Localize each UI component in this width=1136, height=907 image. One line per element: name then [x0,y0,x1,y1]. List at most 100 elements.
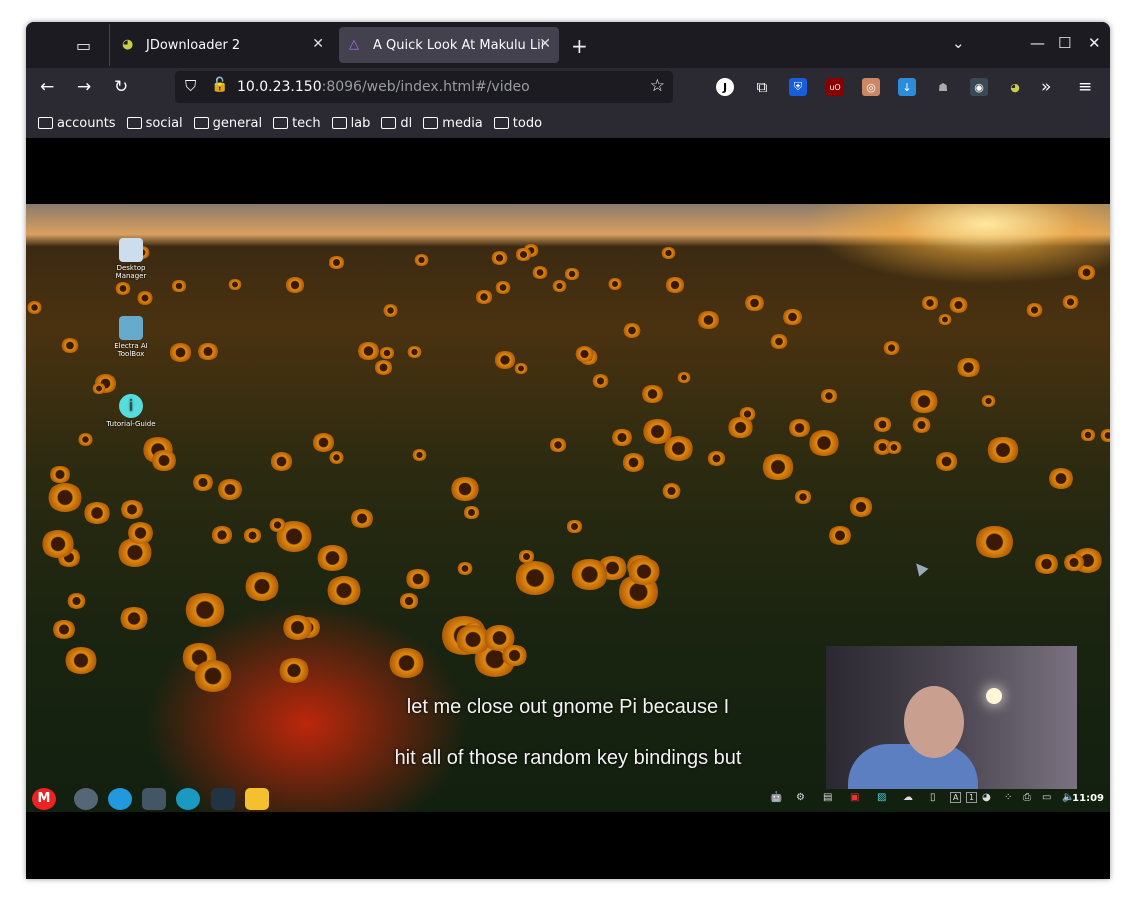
files-folder-icon[interactable] [245,788,269,810]
close-tab-icon[interactable]: ✕ [312,36,324,52]
sunflower [329,451,345,464]
sunflower [743,294,765,312]
sunflower [119,606,149,631]
tab-jdownloader[interactable]: ◕ JDownloader 2 ✕ [112,27,332,63]
new-tab-icon[interactable]: + [571,34,588,58]
ublock-origin-icon[interactable]: uO [826,78,844,96]
insecure-lock-icon[interactable]: 🔓 [211,77,228,93]
sunflower [168,343,192,362]
url-bar[interactable]: ⛉ 🔓 10.0.23.150:8096/web/index.html#/vid… [175,71,673,103]
account-j-icon[interactable]: J [716,78,734,96]
divider [109,24,110,66]
chatgpt-icon[interactable]: ⚙ [796,792,805,803]
bookmark-folder[interactable]: lab [331,115,371,131]
tab-label: A Quick Look At Makulu Linux [373,37,543,53]
sunflower [379,347,395,360]
sunflower [40,530,75,558]
apps-grid-icon[interactable] [142,788,166,810]
update-icon[interactable] [108,788,132,810]
desktop-icon-electra-ai[interactable]: Electra AI ToolBox [106,316,156,358]
sunflower [608,278,623,290]
steam-icon[interactable]: ◕ [982,792,991,803]
file-download-icon[interactable]: ↓ [898,78,916,96]
sunflower [373,359,393,375]
printer-icon[interactable]: ⎙ [1023,792,1031,803]
sunflower [136,291,153,305]
makulu-menu-icon[interactable]: M [32,788,56,810]
tampermonkey-icon[interactable]: ◎ [862,78,880,96]
sunflower [885,441,903,455]
desktop-icon-label: Electra AI ToolBox [114,342,148,358]
incognito-icon[interactable]: ☗ [934,78,952,96]
video-player[interactable]: Desktop Manager Electra AI ToolBox i Tuto… [26,204,1110,812]
back-icon[interactable]: ← [40,77,54,97]
terminal-icon[interactable] [211,788,235,810]
sunflower [325,575,363,606]
extensions-puzzle-icon[interactable]: ⧉ [753,78,771,96]
bookmark-label: lab [350,115,371,131]
sunflower [49,465,71,483]
bitwarden-icon[interactable]: ⛨ [789,78,807,96]
workspace-indicator[interactable]: 1 [966,792,978,803]
bookmark-folder[interactable]: social [126,116,183,131]
sunflower [570,559,609,590]
bookmark-star-icon[interactable]: ☆ [650,76,665,96]
bookmark-label: accounts [57,115,116,131]
desktop-icon-tutorial-guide[interactable]: i Tutorial-Guide [106,394,156,428]
settings-gear-icon[interactable] [74,788,98,810]
bookmark-label: media [442,115,483,131]
tab-label: JDownloader 2 [146,37,241,53]
sunflower [413,254,429,267]
overflow-chevrons-icon[interactable]: » [1041,77,1051,97]
network-icon[interactable]: ▭ [1042,792,1051,803]
sunflower [514,363,529,375]
bookmark-folder[interactable]: accounts [38,116,116,131]
shield-icon[interactable]: ⛉ [185,77,196,95]
sunflower [281,615,313,640]
weather-icon[interactable]: ☁ [903,792,913,803]
robot-icon[interactable]: 🤖 [770,792,782,803]
bookmark-folder[interactable]: todo [493,116,542,131]
tab-bar: ▭ ◕ JDownloader 2 ✕ △ A Quick Look At Ma… [26,22,1110,68]
privacy-badger-icon[interactable]: ◉ [970,78,988,96]
clapper-icon[interactable]: ▣ [850,792,859,803]
keyboard-indicator[interactable]: A [950,792,962,803]
clipboard-icon[interactable]: ▯ [930,792,936,803]
dots-icon[interactable]: ⁘ [1004,792,1012,803]
sunflower [60,337,80,353]
sunflower [66,592,87,609]
sunflower [120,500,145,520]
minimize-icon[interactable]: — [1030,34,1045,52]
bookmark-folder[interactable]: general [193,116,262,131]
tab-video[interactable]: △ A Quick Look At Makulu Linux ✕ [339,27,559,63]
tab-overview-icon[interactable]: ▭ [76,36,94,55]
sunflower [405,568,431,589]
close-tab-icon[interactable]: ✕ [539,36,551,52]
toolbox-icon[interactable]: ▤ [823,792,832,803]
sunflower [808,430,840,456]
url-path: :8096/web/index.html#/video [321,79,530,95]
sunflower [1062,553,1085,572]
sunflower [566,520,583,533]
bookmark-folder[interactable]: dl [381,116,412,131]
bookmark-folder[interactable]: tech [273,116,321,131]
sunflower [151,449,178,471]
sunflower [77,433,94,446]
reload-icon[interactable]: ↻ [114,77,128,97]
folder-icon [193,117,209,129]
hamburger-menu-icon[interactable]: ≡ [1078,77,1092,97]
bookmarks-bar: accounts social general tech lab dl medi… [26,108,1110,138]
image-viewer-icon[interactable]: ▨ [877,792,886,803]
folder-icon [38,117,53,129]
sunflower [921,296,939,310]
jdownloader-icon[interactable]: ◕ [1006,78,1024,96]
sunflower [1099,429,1110,442]
close-window-icon[interactable]: ✕ [1088,34,1101,52]
chevron-down-icon[interactable]: ⌄ [952,34,965,52]
bookmark-folder[interactable]: media [423,116,483,131]
maximize-icon[interactable]: ☐ [1058,34,1071,52]
browser-icon[interactable] [176,788,200,810]
forward-icon[interactable]: → [77,77,91,97]
desktop-icon-desktop-manager[interactable]: Desktop Manager [106,238,156,280]
sunflower [622,323,641,339]
